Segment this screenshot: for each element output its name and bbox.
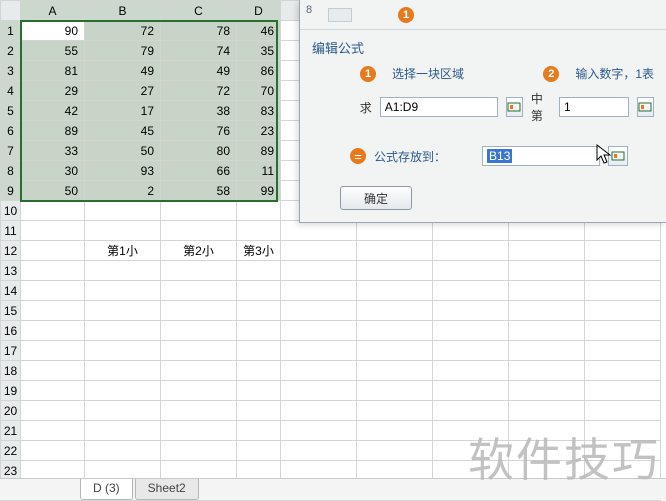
- col-header-c[interactable]: C: [161, 1, 237, 21]
- step2-badge-icon: 2: [543, 66, 559, 82]
- step2-label: 输入数字，1表: [575, 65, 654, 82]
- row-header[interactable]: 17: [1, 341, 21, 361]
- cell[interactable]: 49: [161, 61, 237, 81]
- step1-badge-icon: 1: [360, 66, 376, 82]
- store-value: B13: [487, 149, 512, 163]
- cell[interactable]: 89: [21, 121, 85, 141]
- cell[interactable]: 79: [85, 41, 161, 61]
- row-header[interactable]: 4: [1, 81, 21, 101]
- nth-picker-button[interactable]: [637, 97, 654, 117]
- cell[interactable]: 29: [21, 81, 85, 101]
- cell[interactable]: 74: [161, 41, 237, 61]
- row-header[interactable]: 15: [1, 301, 21, 321]
- cell[interactable]: 2: [85, 181, 161, 201]
- cell[interactable]: 83: [237, 101, 281, 121]
- row-header[interactable]: 3: [1, 61, 21, 81]
- row-header[interactable]: 21: [1, 421, 21, 441]
- top-row-number: 8: [306, 4, 312, 16]
- step-badge-icon: 1: [398, 7, 414, 23]
- step1-label: 选择一块区域: [392, 65, 464, 82]
- row-header[interactable]: 19: [1, 381, 21, 401]
- row-header[interactable]: 6: [1, 121, 21, 141]
- row-header[interactable]: 13: [1, 261, 21, 281]
- row-header[interactable]: 16: [1, 321, 21, 341]
- cell[interactable]: 76: [161, 121, 237, 141]
- cell[interactable]: 72: [161, 81, 237, 101]
- store-picker-button[interactable]: [608, 146, 628, 166]
- find-label: 求: [350, 99, 372, 116]
- sheet-tab-d3[interactable]: D (3): [80, 479, 133, 500]
- range-picker-button[interactable]: [506, 97, 523, 117]
- col-header-b[interactable]: B: [85, 1, 161, 21]
- select-all[interactable]: [1, 1, 21, 21]
- col-header-d[interactable]: D: [237, 1, 281, 21]
- row-header[interactable]: 1: [1, 21, 21, 41]
- cell[interactable]: 80: [161, 141, 237, 161]
- sheet-tabs: D (3) Sheet2: [0, 478, 666, 500]
- sheet-tab-sheet2[interactable]: Sheet2: [135, 479, 199, 500]
- cell[interactable]: 46: [237, 21, 281, 41]
- range-input[interactable]: [380, 97, 498, 117]
- cell[interactable]: 55: [21, 41, 85, 61]
- row-header[interactable]: 20: [1, 401, 21, 421]
- cell[interactable]: 78: [161, 21, 237, 41]
- cell[interactable]: 33: [21, 141, 85, 161]
- cell[interactable]: 99: [237, 181, 281, 201]
- cell[interactable]: 50: [85, 141, 161, 161]
- cell[interactable]: 38: [161, 101, 237, 121]
- cell[interactable]: 86: [237, 61, 281, 81]
- range-picker-icon: [638, 100, 652, 114]
- cell[interactable]: 11: [237, 161, 281, 181]
- row-header[interactable]: 12: [1, 241, 21, 261]
- formula-dialog: 8 1 编辑公式 1 选择一块区域 2 输入数字，1表 求 中第 = 公式存放到…: [299, 0, 666, 223]
- cell[interactable]: 89: [237, 141, 281, 161]
- top-band: [328, 8, 352, 22]
- cell[interactable]: 72: [85, 21, 161, 41]
- cell[interactable]: 23: [237, 121, 281, 141]
- row-header[interactable]: 8: [1, 161, 21, 181]
- col-header-a[interactable]: A: [21, 1, 85, 21]
- cell[interactable]: [21, 241, 85, 261]
- dialog-top: 8 1: [300, 0, 666, 30]
- row-header[interactable]: 10: [1, 201, 21, 221]
- dialog-title: 编辑公式: [300, 30, 666, 61]
- cell[interactable]: 50: [21, 181, 85, 201]
- cell[interactable]: 42: [21, 101, 85, 121]
- cell[interactable]: 17: [85, 101, 161, 121]
- cell[interactable]: 66: [161, 161, 237, 181]
- cell[interactable]: 70: [237, 81, 281, 101]
- cell[interactable]: 81: [21, 61, 85, 81]
- row-header[interactable]: 7: [1, 141, 21, 161]
- row-header[interactable]: 2: [1, 41, 21, 61]
- cell[interactable]: 90: [21, 21, 85, 41]
- row-header[interactable]: 9: [1, 181, 21, 201]
- cell[interactable]: 93: [85, 161, 161, 181]
- cell[interactable]: [21, 201, 85, 221]
- cell[interactable]: 35: [237, 41, 281, 61]
- cell[interactable]: 30: [21, 161, 85, 181]
- equals-badge-icon: =: [350, 148, 366, 164]
- row-header[interactable]: 5: [1, 101, 21, 121]
- cell[interactable]: 第3小: [237, 241, 281, 261]
- cell[interactable]: 27: [85, 81, 161, 101]
- cell[interactable]: 45: [85, 121, 161, 141]
- store-input[interactable]: B13: [482, 146, 600, 166]
- cell[interactable]: 49: [85, 61, 161, 81]
- ok-button[interactable]: 确定: [340, 186, 412, 210]
- cell[interactable]: 第2小: [161, 241, 237, 261]
- nth-input[interactable]: [559, 97, 629, 117]
- row-header[interactable]: 18: [1, 361, 21, 381]
- row-header[interactable]: 22: [1, 441, 21, 461]
- store-label: 公式存放到：: [374, 148, 446, 165]
- nth-label: 中第: [531, 90, 551, 124]
- row-header[interactable]: 14: [1, 281, 21, 301]
- range-picker-icon: [611, 149, 625, 163]
- cell[interactable]: 第1小: [85, 241, 161, 261]
- range-picker-icon: [507, 100, 521, 114]
- cell[interactable]: 58: [161, 181, 237, 201]
- row-header[interactable]: 11: [1, 221, 21, 241]
